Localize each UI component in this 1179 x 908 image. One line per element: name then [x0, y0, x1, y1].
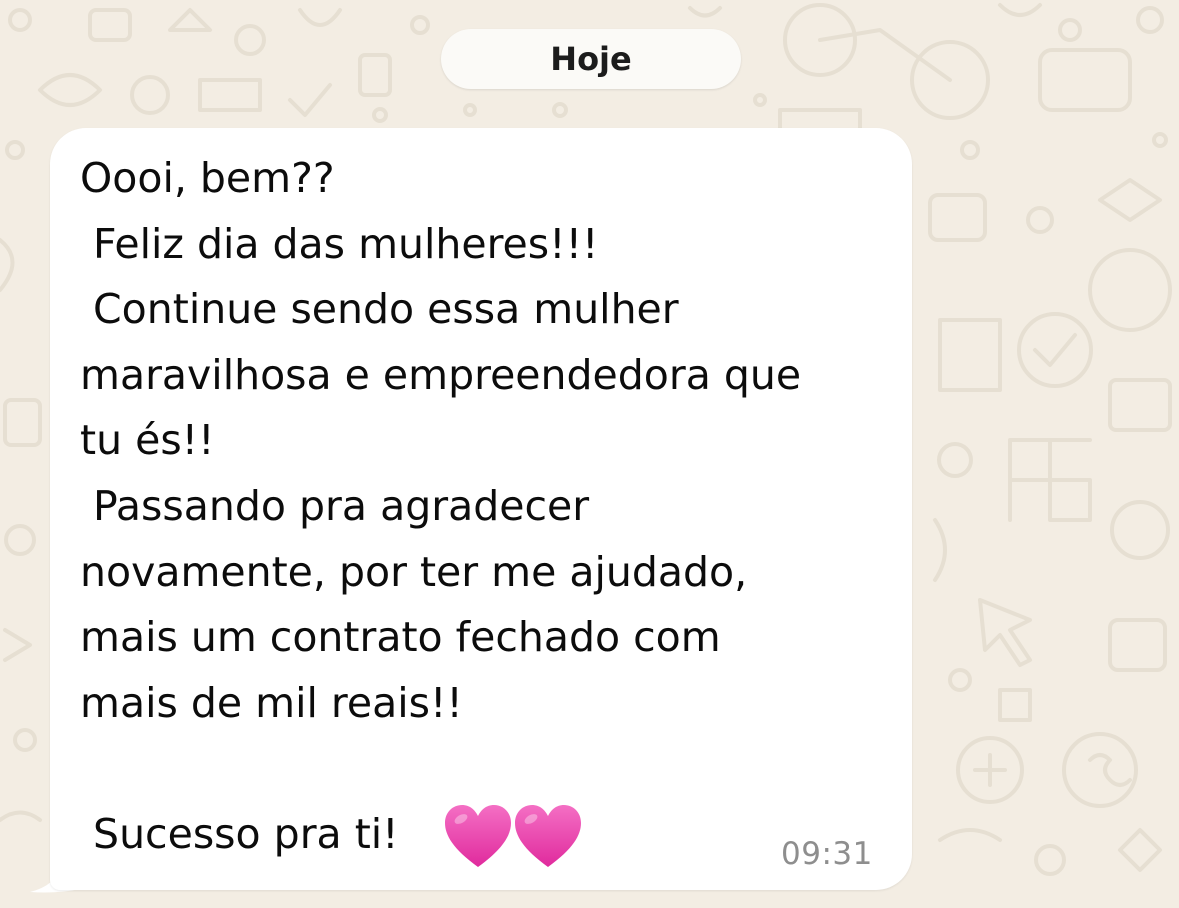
pink-heart-icon	[515, 805, 581, 867]
emoji-group	[445, 805, 581, 867]
message-text: Oooi, bem?? Feliz dia das mulheres!!! Co…	[80, 154, 802, 858]
pink-heart-icon	[445, 805, 511, 867]
date-separator-label: Hoje	[550, 40, 632, 78]
date-separator: Hoje	[441, 29, 741, 89]
message-timestamp: 09:31	[781, 836, 873, 872]
